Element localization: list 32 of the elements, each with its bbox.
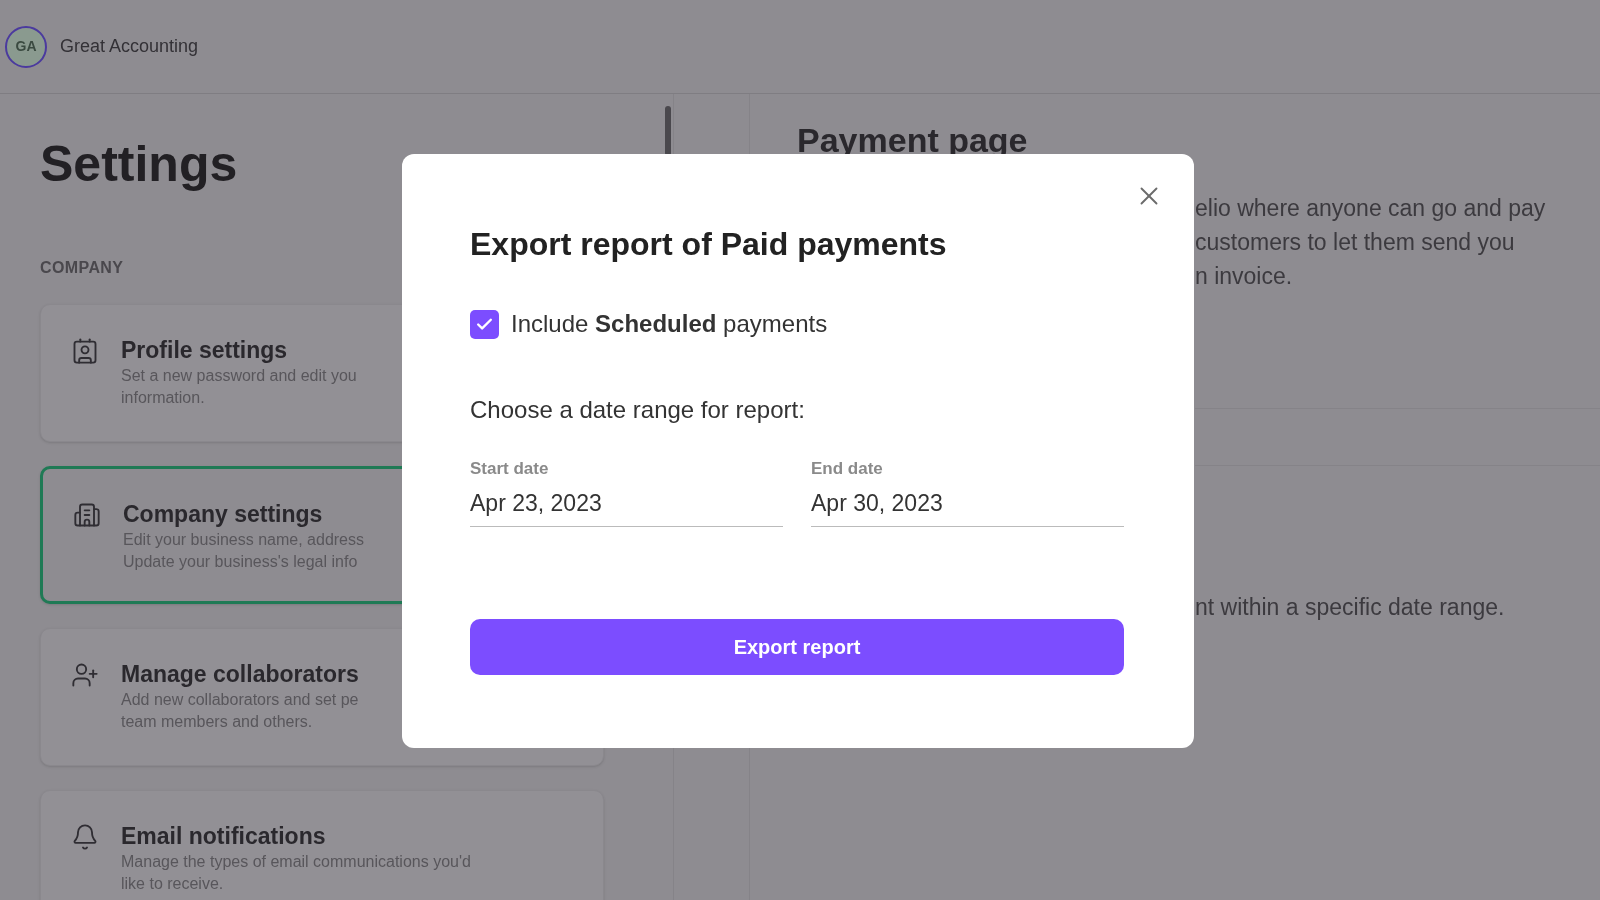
date-field[interactable]: End date Apr 30, 2023 [811,456,1124,527]
card-description: information. [121,388,206,408]
bell-icon [71,823,99,851]
field-label: End date [811,458,884,480]
card-description: Add new collaborators and set pe [121,690,359,710]
card-description: Set a new password and edit you [121,366,357,386]
card-description: team members and others. [121,712,314,732]
card-title: Profile settings [121,336,289,365]
avatar[interactable]: GA [5,25,47,68]
card-description: Manage the types of email communications you'd [121,852,471,872]
section-description: n invoice. [1195,262,1294,291]
date-field[interactable]: Start date Apr 23, 2023 [470,456,783,527]
card-description: like to receive. [121,874,225,894]
field-value: Apr 23, 2023 [470,488,603,518]
export-button[interactable]: Export report [470,619,1124,675]
card-title: Email notifications [121,822,327,851]
user-plus-icon [71,661,99,689]
card-title: Company settings [123,500,324,529]
dialog-title: Export report of Paid payments [470,225,948,264]
card-title: Manage collaborators [121,660,359,689]
id-card-icon [71,337,99,365]
company-name: Great Accounting [60,35,199,58]
section-description: customers to let them send you [1195,228,1516,257]
section-label: COMPANY [40,258,124,278]
section-description: elio where anyone can go and pay [1195,194,1547,223]
checkbox[interactable] [470,309,499,339]
scrollbar-thumb[interactable] [665,106,671,156]
section-description: nt within a specific date range. [1195,593,1506,622]
field-value: Apr 30, 2023 [811,488,944,518]
building-icon [73,501,101,529]
page-title: Settings [40,135,238,194]
settings-card[interactable]: Email notifications Manage the types of email communications you'd like to receive. [40,790,604,900]
